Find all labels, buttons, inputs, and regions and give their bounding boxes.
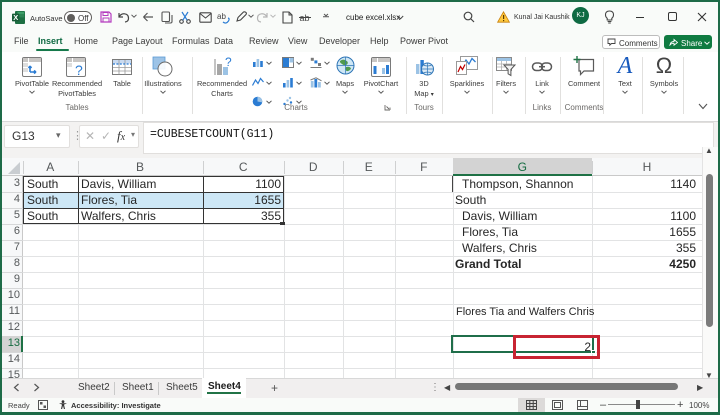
- svg-text:X: X: [13, 13, 18, 22]
- svg-text:?: ?: [75, 62, 83, 78]
- svg-text:?: ?: [225, 56, 232, 69]
- svg-text:ab: ab: [217, 12, 226, 21]
